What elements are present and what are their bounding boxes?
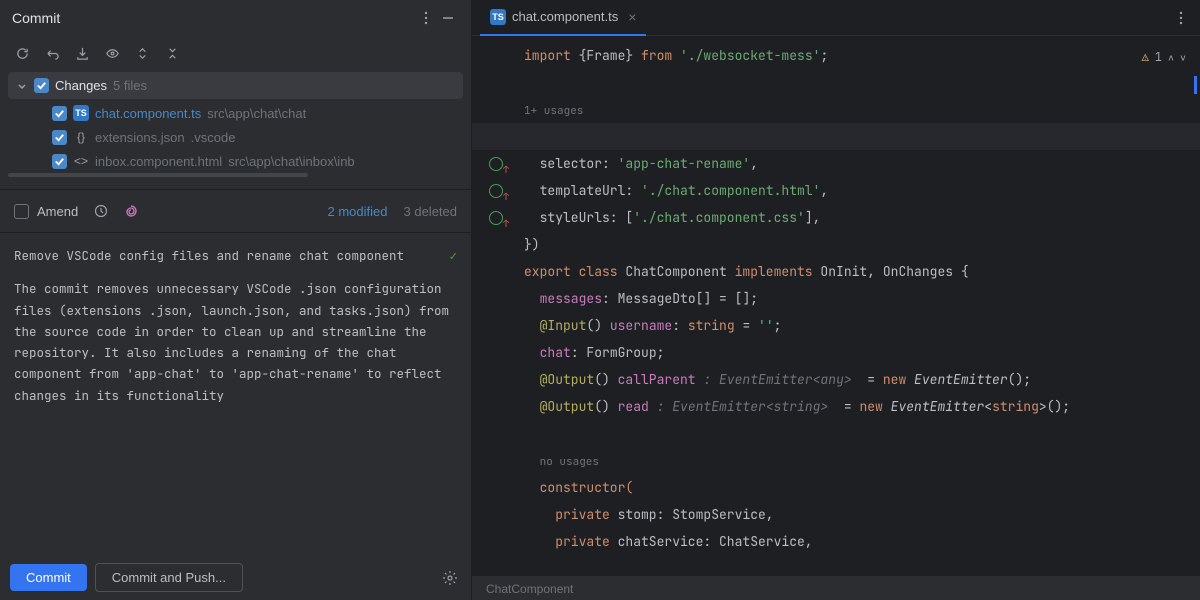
expand-icon[interactable] — [132, 43, 152, 63]
commit-panel-header: Commit — [0, 0, 471, 36]
ts-file-icon: TS — [73, 105, 89, 121]
file-path: src\app\chat\inbox\inb — [228, 154, 354, 169]
scrollbar-horizontal[interactable] — [8, 173, 308, 177]
eye-icon[interactable] — [102, 43, 122, 63]
rollback-icon[interactable] — [42, 43, 62, 63]
file-item[interactable]: TS chat.component.ts src\app\chat\chat — [46, 101, 463, 125]
minimize-icon[interactable] — [437, 7, 459, 29]
changes-header[interactable]: Changes 5 files — [8, 72, 463, 99]
tab-label: chat.component.ts — [512, 9, 618, 24]
gutter-override-icon[interactable] — [489, 211, 503, 225]
text-caret — [619, 128, 621, 146]
chevron-down-icon[interactable]: ∨ — [1180, 44, 1186, 71]
file-name: inbox.component.html — [95, 154, 222, 169]
json-file-icon: {} — [73, 129, 89, 145]
editor-panel: TS chat.component.ts × ⚠ 1 ∧ ∨ import {F… — [472, 0, 1200, 600]
changes-checkbox[interactable] — [34, 78, 49, 93]
file-checkbox[interactable] — [52, 106, 67, 121]
collapse-icon[interactable] — [162, 43, 182, 63]
amend-label: Amend — [37, 204, 78, 219]
ts-file-icon: TS — [490, 9, 506, 25]
chevron-up-icon[interactable]: ∧ — [1168, 44, 1174, 71]
history-icon[interactable] — [90, 200, 112, 222]
editor-tab-bar: TS chat.component.ts × — [472, 0, 1200, 36]
breadcrumb-item: ChatComponent — [486, 582, 573, 596]
file-checkbox[interactable] — [52, 130, 67, 145]
file-path: .vscode — [191, 130, 236, 145]
usage-hint[interactable]: no usages — [540, 455, 599, 469]
usage-hint[interactable]: 1+ usages — [524, 104, 583, 118]
file-list: TS chat.component.ts src\app\chat\chat {… — [8, 99, 463, 173]
warning-icon: ⚠ — [1142, 44, 1149, 71]
overview-ruler-marker[interactable] — [1194, 76, 1197, 94]
gutter-override-icon[interactable] — [489, 157, 503, 171]
gear-icon[interactable] — [439, 567, 461, 589]
panel-title: Commit — [12, 10, 415, 26]
commit-summary-text: Remove VSCode config files and rename ch… — [14, 245, 445, 266]
close-icon[interactable]: × — [628, 9, 636, 25]
file-item[interactable]: {} extensions.json .vscode — [46, 125, 463, 149]
amend-checkbox[interactable] — [14, 204, 29, 219]
commit-message-input[interactable]: Remove VSCode config files and rename ch… — [0, 233, 471, 555]
modified-count[interactable]: 2 modified — [328, 204, 388, 219]
file-name: extensions.json — [95, 130, 185, 145]
file-checkbox[interactable] — [52, 154, 67, 169]
gutter-override-icon[interactable] — [489, 184, 503, 198]
commit-toolbar — [0, 36, 471, 70]
refresh-icon[interactable] — [12, 43, 32, 63]
check-icon: ✓ — [449, 245, 457, 266]
file-item[interactable]: <> inbox.component.html src\app\chat\inb… — [46, 149, 463, 173]
more-icon[interactable] — [415, 7, 437, 29]
deleted-count[interactable]: 3 deleted — [404, 204, 458, 219]
amend-row: Amend 2 modified 3 deleted — [0, 189, 471, 233]
breadcrumb[interactable]: ChatComponent — [472, 576, 1200, 600]
commit-action-bar: Commit Commit and Push... — [0, 555, 471, 600]
chevron-down-icon — [16, 80, 28, 92]
editor-tab[interactable]: TS chat.component.ts × — [480, 0, 646, 36]
html-file-icon: <> — [73, 153, 89, 169]
changes-section: Changes 5 files TS chat.component.ts src… — [0, 70, 471, 177]
commit-and-push-button[interactable]: Commit and Push... — [95, 563, 243, 592]
commit-body-text: The commit removes unnecessary VSCode .j… — [14, 278, 457, 406]
code-content: import {Frame} from './websocket-mess'; … — [520, 36, 1200, 576]
shelve-icon[interactable] — [72, 43, 92, 63]
warning-count: 1 — [1155, 44, 1162, 71]
changes-label: Changes — [55, 78, 107, 93]
more-icon[interactable] — [1170, 7, 1192, 29]
commit-button[interactable]: Commit — [10, 564, 87, 591]
ai-icon[interactable] — [120, 200, 142, 222]
file-name: chat.component.ts — [95, 106, 201, 121]
gutter — [472, 36, 520, 576]
file-path: src\app\chat\chat — [207, 106, 306, 121]
commit-panel: Commit Changes 5 files TS chat.component… — [0, 0, 472, 600]
changes-count: 5 files — [113, 78, 147, 93]
warnings-indicator[interactable]: ⚠ 1 ∧ ∨ — [1142, 44, 1186, 71]
code-editor[interactable]: ⚠ 1 ∧ ∨ import {Frame} from './websocket… — [472, 36, 1200, 576]
